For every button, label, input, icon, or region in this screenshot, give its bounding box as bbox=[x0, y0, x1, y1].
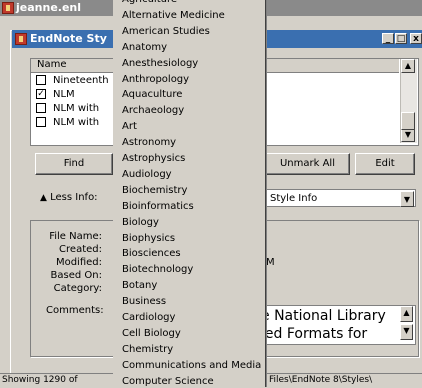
style-name: NLM with bbox=[53, 117, 100, 128]
category-item[interactable]: Aquaculture bbox=[122, 89, 182, 100]
scroll-thumb[interactable] bbox=[401, 112, 415, 130]
endnote-app-icon bbox=[15, 33, 27, 45]
category-item[interactable]: Cell Biology bbox=[122, 328, 181, 339]
category-item[interactable]: Botany bbox=[122, 280, 157, 291]
style-name: NLM bbox=[53, 89, 75, 100]
category-dropdown-list[interactable]: Agriculture Alternative Medicine American … bbox=[113, 0, 266, 387]
outer-window-title: jeanne.enl bbox=[16, 1, 82, 14]
category-item[interactable]: Agriculture bbox=[122, 0, 177, 5]
category-item[interactable]: Astronomy bbox=[122, 137, 176, 148]
category-item[interactable]: Bioinformatics bbox=[122, 201, 194, 212]
name-column-header[interactable]: Name bbox=[37, 59, 67, 70]
category-item[interactable]: Astrophysics bbox=[122, 153, 185, 164]
category-item[interactable]: Business bbox=[122, 296, 166, 307]
based-on-label: Based On: bbox=[50, 270, 102, 281]
find-button[interactable]: Find bbox=[35, 153, 113, 175]
file-name-label: File Name: bbox=[49, 231, 102, 242]
category-item[interactable]: Biology bbox=[122, 217, 159, 228]
unmark-all-button[interactable]: Unmark All bbox=[265, 153, 350, 175]
category-item[interactable]: Art bbox=[122, 121, 137, 132]
comments-box[interactable]: e National Library led Formats for bbox=[254, 305, 416, 345]
checked-checkbox[interactable]: ✓ bbox=[36, 89, 46, 99]
arrow-down-icon[interactable]: ▼ bbox=[400, 324, 413, 340]
endnote-app-icon bbox=[2, 2, 14, 14]
restore-button[interactable]: □ bbox=[395, 33, 407, 44]
category-item[interactable]: Computer Science bbox=[122, 376, 214, 387]
category-item[interactable]: Archaeology bbox=[122, 105, 184, 116]
modified-label: Modified: bbox=[55, 257, 102, 268]
style-name: NLM with bbox=[53, 103, 100, 114]
info-type-value: Style Info bbox=[270, 193, 318, 204]
created-label: Created: bbox=[59, 244, 102, 255]
edit-button[interactable]: Edit bbox=[355, 153, 415, 175]
comments-label: Comments: bbox=[46, 305, 104, 316]
dialog-title: EndNote Sty bbox=[30, 32, 107, 45]
category-label: Category: bbox=[53, 283, 102, 294]
category-item[interactable]: Anthropology bbox=[122, 74, 189, 85]
category-item[interactable]: Audiology bbox=[122, 169, 172, 180]
arrow-down-icon[interactable]: ▼ bbox=[401, 128, 415, 142]
chevron-down-icon[interactable]: ▼ bbox=[400, 191, 414, 207]
category-item[interactable]: Alternative Medicine bbox=[122, 10, 225, 21]
less-info-label: Less Info: bbox=[50, 192, 98, 203]
close-button[interactable]: x bbox=[410, 33, 422, 44]
modified-value: M bbox=[266, 257, 275, 268]
category-item[interactable]: Chemistry bbox=[122, 344, 173, 355]
status-path: Files\EndNote 8\Styles\ bbox=[269, 375, 373, 385]
info-type-select[interactable]: Style Info ▼ bbox=[264, 189, 416, 207]
checkbox[interactable] bbox=[36, 117, 46, 127]
category-item[interactable]: Anesthesiology bbox=[122, 58, 198, 69]
comments-line-1: e National Library bbox=[261, 308, 386, 324]
style-name: Nineteenth bbox=[53, 75, 109, 86]
checkbox[interactable] bbox=[36, 75, 46, 85]
arrow-up-icon[interactable]: ▲ bbox=[400, 306, 413, 322]
category-item[interactable]: American Studies bbox=[122, 26, 210, 37]
category-item[interactable]: Anatomy bbox=[122, 42, 167, 53]
table-scrollbar[interactable]: ▲ ▼ bbox=[400, 59, 417, 143]
minimize-button[interactable]: _ bbox=[382, 33, 394, 44]
arrow-up-icon: ▲ bbox=[40, 193, 47, 203]
category-item[interactable]: Biophysics bbox=[122, 233, 175, 244]
category-item[interactable]: Communications and Media bbox=[122, 360, 261, 371]
arrow-up-icon[interactable]: ▲ bbox=[401, 59, 415, 73]
category-item[interactable]: Cardiology bbox=[122, 312, 175, 323]
checkbox[interactable] bbox=[36, 103, 46, 113]
status-count: Showing 1290 of bbox=[2, 375, 78, 385]
category-item[interactable]: Biochemistry bbox=[122, 185, 187, 196]
category-item[interactable]: Biosciences bbox=[122, 248, 181, 259]
category-item[interactable]: Biotechnology bbox=[122, 264, 193, 275]
comments-line-2: led Formats for bbox=[261, 326, 368, 342]
less-info-toggle[interactable]: ▲ Less Info: bbox=[40, 192, 98, 203]
